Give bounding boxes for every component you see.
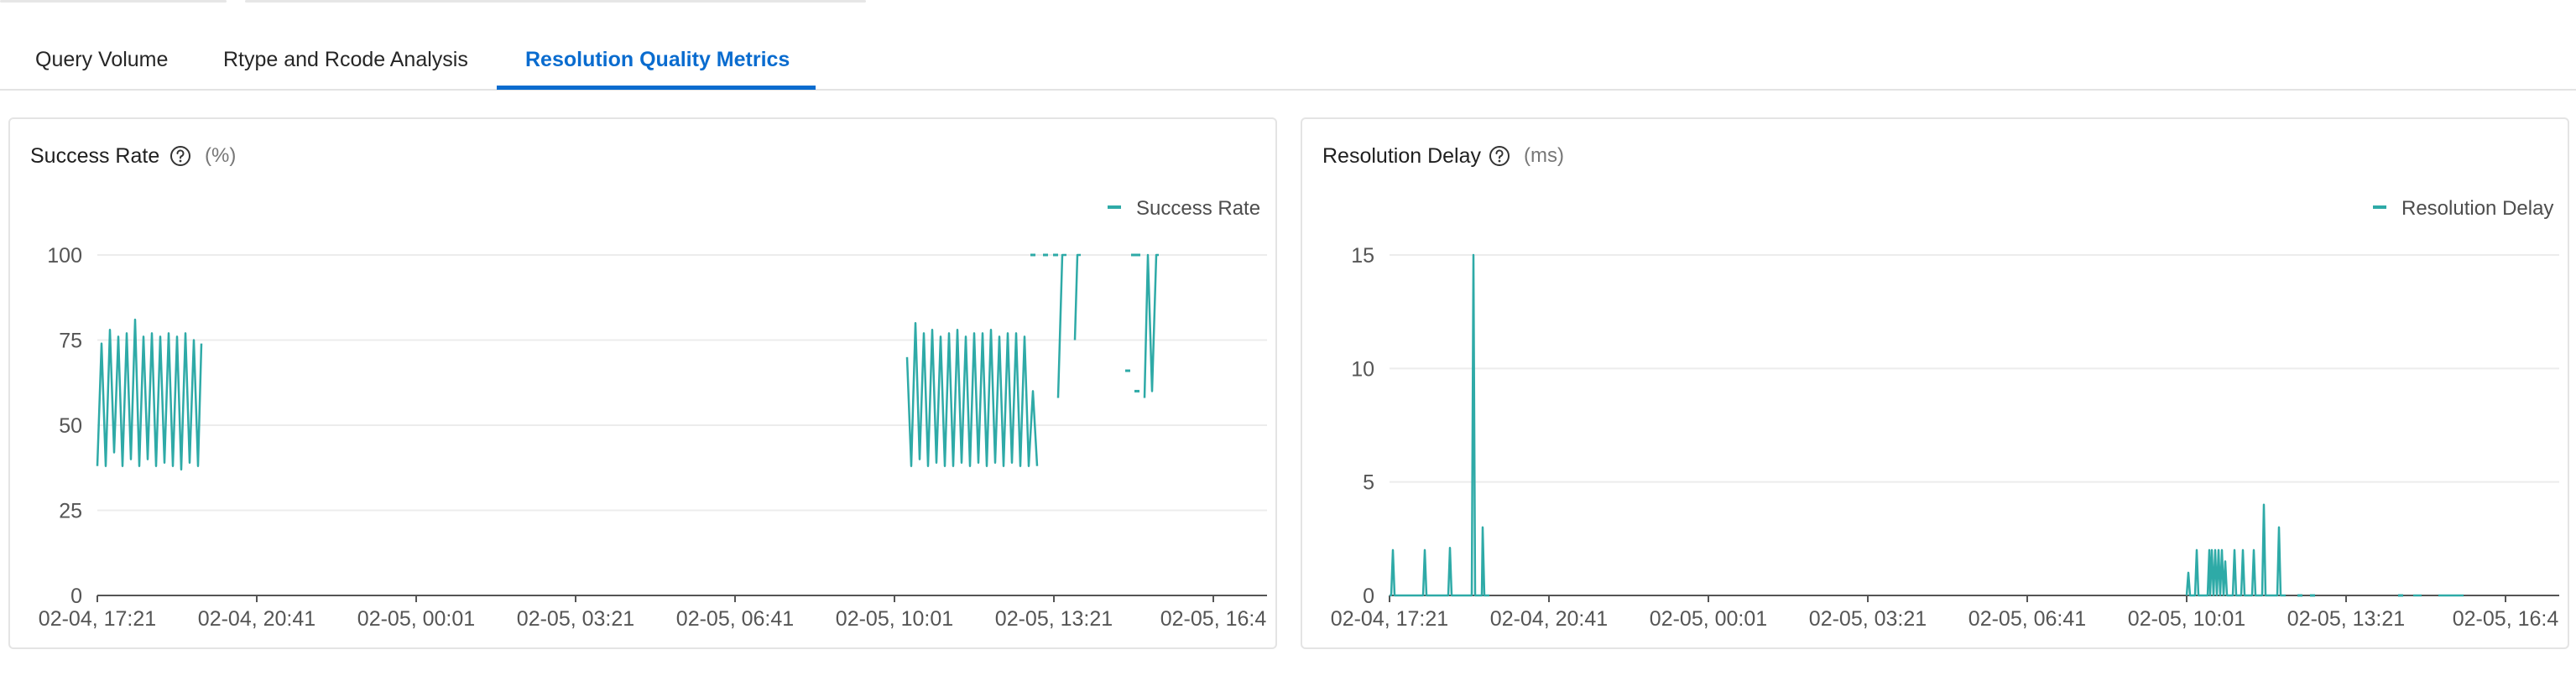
y-tick-label: 0 [1363, 585, 1374, 608]
tab-rtype-rcode-analysis[interactable]: Rtype and Rcode Analysis [223, 32, 468, 89]
data-point [1053, 253, 1058, 257]
y-tick-label: 5 [1363, 471, 1374, 495]
x-tick-label: 02-04, 20:41 [1490, 607, 1608, 631]
chart-legend[interactable]: Resolution Delay [2373, 197, 2553, 220]
active-tab-indicator [497, 86, 816, 90]
y-tick-label: 15 [1351, 244, 1374, 268]
top-bar-strip [245, 0, 866, 3]
y-tick-label: 100 [47, 244, 82, 268]
x-tick-label: 02-05, 10:01 [2128, 607, 2245, 631]
resolution-delay-card: Resolution Delay (ms) 0 5 10 15 02-04, 17:21… [1301, 117, 2569, 649]
legend-label: Success Rate [1136, 197, 1260, 220]
x-tick-label: 02-04, 17:21 [1331, 607, 1448, 631]
x-tick-label: 02-05, 00:01 [357, 607, 475, 631]
x-tick-label: 02-04, 20:41 [198, 607, 315, 631]
legend-label: Resolution Delay [2401, 197, 2553, 220]
x-tick-label: 02-05, 16:4 [2453, 607, 2559, 631]
series-line [1143, 253, 1159, 398]
x-tick-label: 02-05, 03:21 [517, 607, 634, 631]
x-tick-label: 02-05, 03:21 [1809, 607, 1927, 631]
tab-resolution-quality-metrics[interactable]: Resolution Quality Metrics [525, 32, 790, 89]
y-tick-label: 10 [1351, 357, 1374, 381]
series-line [1073, 253, 1081, 340]
x-tick-label: 02-05, 16:4 [1160, 607, 1267, 631]
y-tick-label: 50 [59, 414, 82, 438]
success-rate-chart: 0 25 50 75 100 02-04, 17:21 02-04, 20:41 02-05,… [39, 197, 1267, 631]
y-tick-label: 25 [59, 500, 82, 523]
data-point [1043, 253, 1048, 257]
data-point [1134, 389, 1139, 392]
chart-legend[interactable]: Success Rate [1108, 197, 1260, 220]
series-line [905, 321, 1039, 467]
resolution-delay-chart: 0 5 10 15 02-04, 17:21 02-04, 20:41 02-05, 00:… [1331, 197, 2559, 631]
x-tick-label: 02-04, 17:21 [39, 607, 156, 631]
x-tick-label: 02-05, 00:01 [1650, 607, 1767, 631]
data-point [1030, 253, 1035, 257]
tab-bar: Query Volume Rtype and Rcode Analysis Re… [0, 32, 2576, 91]
data-point [2297, 594, 2302, 597]
legend-swatch [2373, 205, 2386, 209]
series-line [2185, 503, 2286, 597]
legend-swatch [1108, 205, 1121, 209]
tab-query-volume[interactable]: Query Volume [35, 32, 168, 89]
data-point [1135, 253, 1140, 257]
x-tick-label: 02-05, 13:21 [995, 607, 1113, 631]
data-point [2310, 594, 2315, 597]
x-tick-label: 02-05, 06:41 [676, 607, 794, 631]
success-rate-card: Success Rate (%) 0 25 50 75 100 02-04, 17:21 0… [8, 117, 1277, 649]
y-tick-label: 75 [59, 330, 82, 353]
x-tick-label: 02-05, 06:41 [1969, 607, 2086, 631]
x-tick-label: 02-05, 10:01 [836, 607, 953, 631]
top-bar-strip [0, 0, 227, 3]
series-line [1390, 253, 1489, 597]
series-line [1056, 253, 1066, 398]
y-tick-label: 0 [70, 585, 82, 608]
x-tick-label: 02-05, 13:21 [2287, 607, 2405, 631]
data-point [2398, 594, 2403, 597]
data-point [1125, 369, 1130, 372]
series-line [96, 318, 203, 471]
